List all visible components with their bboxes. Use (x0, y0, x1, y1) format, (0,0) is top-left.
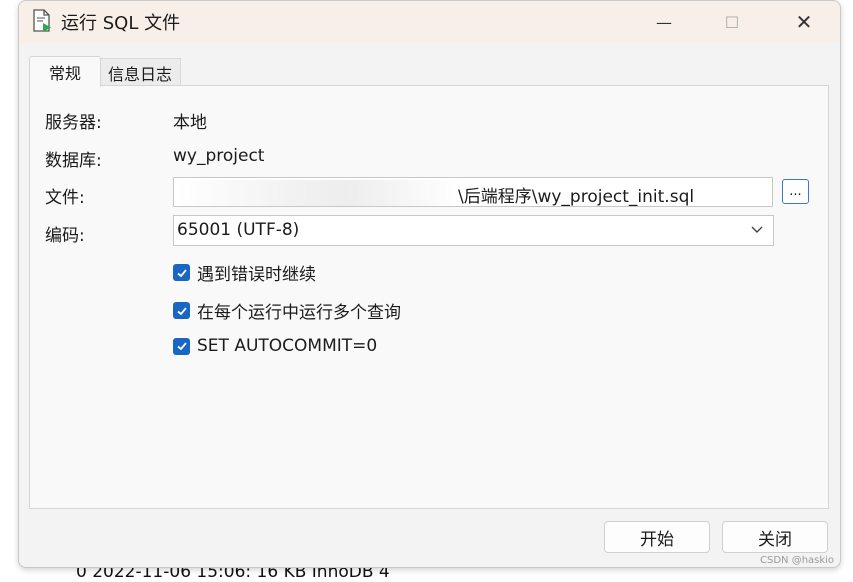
browse-file-button[interactable]: ... (782, 179, 809, 204)
option-multiple-queries[interactable]: 在每个运行中运行多个查询 (173, 298, 401, 323)
sql-file-run-icon (33, 9, 51, 32)
checkbox-checked-icon[interactable] (173, 302, 190, 319)
checkbox-checked-icon[interactable] (173, 337, 190, 355)
file-path-text: \后端程序\wy_project_init.sql (458, 187, 695, 207)
start-button[interactable]: 开始 (604, 521, 710, 553)
option-autocommit[interactable]: SET AUTOCOMMIT=0 (173, 336, 377, 356)
database-label: 数据库: (45, 151, 102, 171)
server-label: 服务器: (45, 113, 102, 133)
title-bar: 运行 SQL 文件 — ☐ ✕ (19, 1, 840, 43)
option-label: SET AUTOCOMMIT=0 (197, 336, 378, 356)
option-continue-on-error[interactable]: 遇到错误时继续 (173, 260, 316, 285)
database-value: wy_project (173, 146, 265, 166)
maximize-button[interactable]: ☐ (709, 1, 755, 43)
tab-general[interactable]: 常规 (29, 56, 101, 87)
option-label: 遇到错误时继续 (197, 265, 316, 285)
file-label: 文件: (45, 188, 85, 208)
encoding-select[interactable]: 65001 (UTF-8) (173, 215, 774, 246)
window-title: 运行 SQL 文件 (61, 13, 181, 34)
tab-info-log[interactable]: 信息日志 (99, 58, 181, 86)
encoding-label: 编码: (45, 226, 85, 246)
server-value: 本地 (173, 113, 207, 133)
checkbox-checked-icon[interactable] (173, 264, 190, 281)
chevron-down-icon (751, 226, 763, 233)
redacted-path-blur (176, 180, 462, 206)
run-sql-file-dialog: 运行 SQL 文件 — ☐ ✕ 常规 信息日志 服务器: 本地 数据库: wy_… (18, 0, 841, 568)
encoding-value: 65001 (UTF-8) (177, 220, 300, 240)
watermark: CSDN @haskio (760, 555, 835, 566)
close-window-button[interactable]: ✕ (781, 1, 827, 43)
general-panel (29, 85, 829, 509)
file-path-input[interactable]: \后端程序\wy_project_init.sql (173, 177, 773, 207)
minimize-button[interactable]: — (641, 1, 687, 43)
close-button[interactable]: 关闭 (722, 521, 828, 553)
option-label: 在每个运行中运行多个查询 (197, 303, 401, 323)
